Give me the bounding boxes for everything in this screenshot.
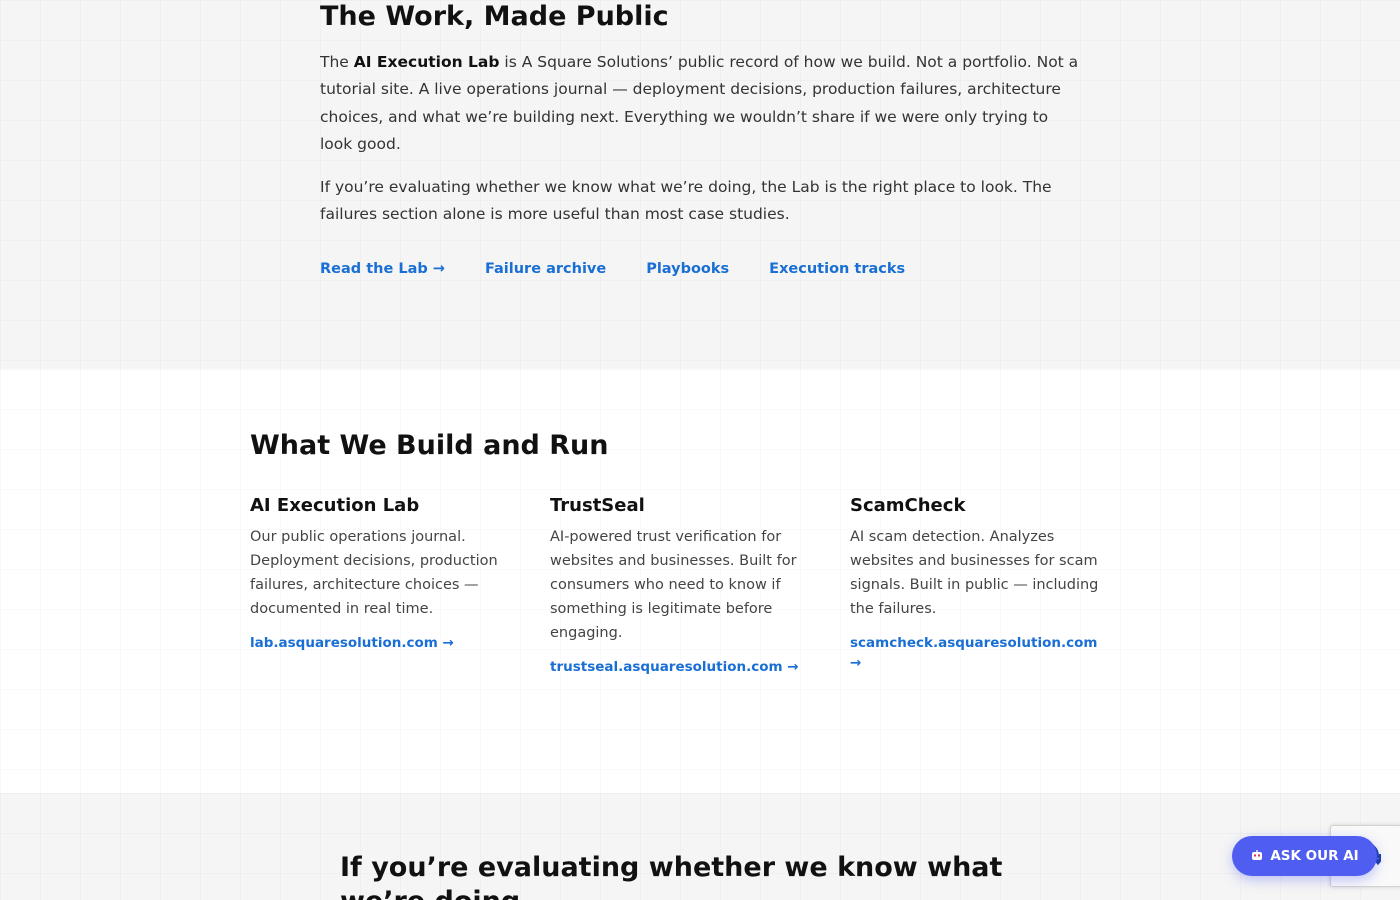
ask-our-ai-button[interactable]: ASK OUR AI bbox=[1232, 836, 1377, 876]
card-title: TrustSeal bbox=[550, 495, 645, 516]
card-title: AI Execution Lab bbox=[250, 495, 420, 516]
intro-links: Read the Lab → Failure archive Playbooks… bbox=[320, 259, 1080, 279]
scamcheck-site-link[interactable]: scamcheck.asquaresolution.com → bbox=[850, 633, 1110, 673]
card-description: AI scam detection. Analyzes websites and… bbox=[850, 529, 1099, 617]
intro-section: The Work, Made Public The AI Execution L… bbox=[0, 0, 1400, 369]
intro-paragraph-1: The AI Execution Lab is A Square Solutio… bbox=[320, 49, 1080, 158]
intro-paragraph-2: If you’re evaluating whether we know wha… bbox=[320, 178, 1052, 224]
robot-icon bbox=[1252, 850, 1263, 860]
execution-tracks-link[interactable]: Execution tracks bbox=[769, 259, 905, 279]
trustseal-site-link[interactable]: trustseal.asquaresolution.com → bbox=[550, 657, 810, 677]
read-the-lab-link[interactable]: Read the Lab → bbox=[320, 259, 445, 279]
card-ai-execution-lab: AI Execution Lab Our public operations j… bbox=[250, 494, 550, 677]
intro-p1-prefix: The bbox=[320, 53, 354, 71]
evaluate-section: If you’re evaluating whether we know wha… bbox=[0, 793, 1400, 900]
build-section: What We Build and Run AI Execution Lab O… bbox=[0, 369, 1400, 793]
card-scamcheck: ScamCheck AI scam detection. Analyzes we… bbox=[850, 494, 1150, 677]
build-heading: What We Build and Run bbox=[250, 430, 609, 461]
playbooks-link[interactable]: Playbooks bbox=[646, 259, 729, 279]
intro-heading: The Work, Made Public bbox=[320, 1, 669, 32]
lab-site-link[interactable]: lab.asquaresolution.com → bbox=[250, 633, 510, 653]
evaluate-heading: If you’re evaluating whether we know wha… bbox=[340, 852, 1003, 900]
card-title: ScamCheck bbox=[850, 495, 966, 516]
intro-p1-bold: AI Execution Lab bbox=[353, 53, 500, 71]
ask-our-ai-label: ASK OUR AI bbox=[1270, 848, 1359, 864]
card-description: Our public operations journal. Deploymen… bbox=[250, 529, 498, 617]
failure-archive-link[interactable]: Failure archive bbox=[485, 259, 606, 279]
card-trustseal: TrustSeal AI-powered trust verification … bbox=[550, 494, 850, 677]
intro-content: The Work, Made Public The AI Execution L… bbox=[320, 0, 1080, 279]
card-description: AI-powered trust verification for websit… bbox=[550, 529, 797, 641]
product-cards: AI Execution Lab Our public operations j… bbox=[250, 494, 1150, 677]
